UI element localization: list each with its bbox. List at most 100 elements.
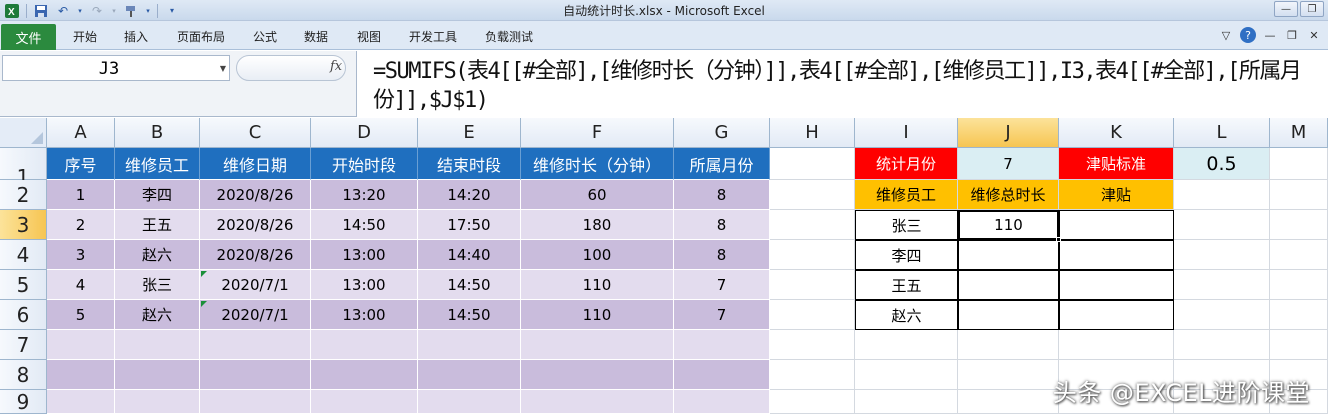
cell[interactable]	[855, 360, 958, 390]
column-header-l[interactable]: L	[1174, 118, 1270, 148]
tab-home[interactable]: 开始	[73, 28, 97, 45]
table-data-cell[interactable]: 14:40	[418, 240, 521, 270]
summary-header-cell[interactable]: 维修总时长	[958, 180, 1059, 210]
table-data-cell[interactable]: 14:50	[311, 210, 418, 240]
table-data-cell[interactable]: 13:00	[311, 270, 418, 300]
table-empty-cell[interactable]	[47, 360, 115, 390]
table-empty-cell[interactable]	[115, 330, 200, 360]
table-data-cell[interactable]: 4	[47, 270, 115, 300]
table-header-cell[interactable]: 所属月份	[674, 148, 770, 180]
cell[interactable]	[1174, 300, 1270, 330]
table-data-cell[interactable]: 14:20	[418, 180, 521, 210]
table-empty-cell[interactable]	[115, 390, 200, 414]
cell[interactable]	[1270, 180, 1328, 210]
cell[interactable]	[770, 180, 855, 210]
summary-header-cell[interactable]: 维修员工	[855, 180, 958, 210]
cell[interactable]	[770, 148, 855, 180]
table-data-cell[interactable]: 2	[47, 210, 115, 240]
allowance-value-cell[interactable]: 0.5	[1174, 148, 1270, 180]
cell[interactable]	[1174, 180, 1270, 210]
cell[interactable]	[1174, 270, 1270, 300]
summary-header-cell[interactable]: 津贴	[1059, 180, 1174, 210]
table-header-cell[interactable]: 序号	[47, 148, 115, 180]
table-data-cell[interactable]: 7	[674, 300, 770, 330]
minimize-icon[interactable]: —	[1274, 1, 1298, 17]
workbook-close-icon[interactable]: ✕	[1306, 27, 1322, 43]
table-empty-cell[interactable]	[674, 390, 770, 414]
workbook-restore-icon[interactable]: ❐	[1284, 27, 1300, 43]
tab-file[interactable]: 文件	[1, 24, 56, 50]
summary-total-cell[interactable]	[958, 300, 1059, 330]
table-data-cell[interactable]: 13:20	[311, 180, 418, 210]
table-empty-cell[interactable]	[47, 390, 115, 414]
summary-employee-cell[interactable]: 张三	[855, 210, 958, 240]
column-header-k[interactable]: K	[1059, 118, 1174, 148]
table-empty-cell[interactable]	[521, 390, 674, 414]
active-cell[interactable]: 110	[958, 210, 1059, 240]
month-value-cell[interactable]: 7	[958, 148, 1059, 180]
table-empty-cell[interactable]	[47, 330, 115, 360]
table-data-cell[interactable]: 2020/7/1	[200, 270, 311, 300]
table-empty-cell[interactable]	[418, 360, 521, 390]
select-all-button[interactable]	[0, 118, 47, 148]
table-data-cell[interactable]: 李四	[115, 180, 200, 210]
cell[interactable]	[1270, 300, 1328, 330]
tab-formulas[interactable]: 公式	[253, 28, 277, 45]
summary-allowance-cell[interactable]	[1059, 240, 1174, 270]
row-header-8[interactable]: 8	[0, 360, 47, 390]
table-empty-cell[interactable]	[311, 390, 418, 414]
table-data-cell[interactable]: 2020/8/26	[200, 240, 311, 270]
tab-page-layout[interactable]: 页面布局	[177, 28, 225, 45]
formula-input[interactable]: =SUMIFS(表4[[#全部],[维修时长（分钟）]],表4[[#全部],[维…	[356, 51, 1328, 117]
cell[interactable]	[1174, 210, 1270, 240]
cell[interactable]	[1270, 210, 1328, 240]
column-header-g[interactable]: G	[674, 118, 770, 148]
column-header-a[interactable]: A	[47, 118, 115, 148]
table-data-cell[interactable]: 2020/8/26	[200, 210, 311, 240]
table-header-cell[interactable]: 开始时段	[311, 148, 418, 180]
spreadsheet-grid[interactable]: A B C D E F G H I J K L M 1 2 3 4 5 6 7 8 9 序号 维修员工 维修日期 开始时段 结束时段…	[0, 118, 1328, 414]
cell[interactable]	[770, 300, 855, 330]
table-data-cell[interactable]: 110	[521, 270, 674, 300]
summary-total-cell[interactable]	[958, 240, 1059, 270]
table-data-cell[interactable]: 17:50	[418, 210, 521, 240]
column-header-i[interactable]: I	[855, 118, 958, 148]
insert-function-button[interactable]: fx	[330, 59, 342, 74]
cell[interactable]	[770, 390, 855, 414]
table-header-cell[interactable]: 维修时长（分钟）	[521, 148, 674, 180]
tab-data[interactable]: 数据	[304, 28, 328, 45]
row-header-6[interactable]: 6	[0, 300, 47, 330]
cell[interactable]	[958, 360, 1059, 390]
table-data-cell[interactable]: 张三	[115, 270, 200, 300]
cell[interactable]	[855, 330, 958, 360]
row-header-2[interactable]: 2	[0, 180, 47, 210]
table-empty-cell[interactable]	[418, 390, 521, 414]
table-empty-cell[interactable]	[311, 330, 418, 360]
ribbon-collapse-icon[interactable]: ▽	[1218, 27, 1234, 43]
table-empty-cell[interactable]	[418, 330, 521, 360]
summary-employee-cell[interactable]: 李四	[855, 240, 958, 270]
cell[interactable]	[855, 390, 958, 414]
table-header-cell[interactable]: 结束时段	[418, 148, 521, 180]
cell[interactable]	[1270, 270, 1328, 300]
cell[interactable]	[958, 330, 1059, 360]
summary-allowance-cell[interactable]	[1059, 270, 1174, 300]
name-box-dropdown-icon[interactable]: ▼	[220, 64, 226, 73]
tab-developer[interactable]: 开发工具	[409, 28, 457, 45]
cell[interactable]	[1059, 330, 1174, 360]
column-header-b[interactable]: B	[115, 118, 200, 148]
cell[interactable]	[1174, 330, 1270, 360]
table-data-cell[interactable]: 13:00	[311, 240, 418, 270]
row-header-3[interactable]: 3	[0, 210, 47, 240]
table-data-cell[interactable]: 13:00	[311, 300, 418, 330]
name-box[interactable]: J3 ▼	[2, 55, 230, 81]
summary-allowance-cell[interactable]	[1059, 210, 1174, 240]
fill-handle[interactable]	[1056, 237, 1061, 242]
table-data-cell[interactable]: 60	[521, 180, 674, 210]
table-data-cell[interactable]: 180	[521, 210, 674, 240]
summary-employee-cell[interactable]: 王五	[855, 270, 958, 300]
table-empty-cell[interactable]	[521, 330, 674, 360]
workbook-minimize-icon[interactable]: —	[1262, 27, 1278, 43]
table-empty-cell[interactable]	[674, 360, 770, 390]
row-header-1[interactable]: 1	[0, 148, 47, 189]
